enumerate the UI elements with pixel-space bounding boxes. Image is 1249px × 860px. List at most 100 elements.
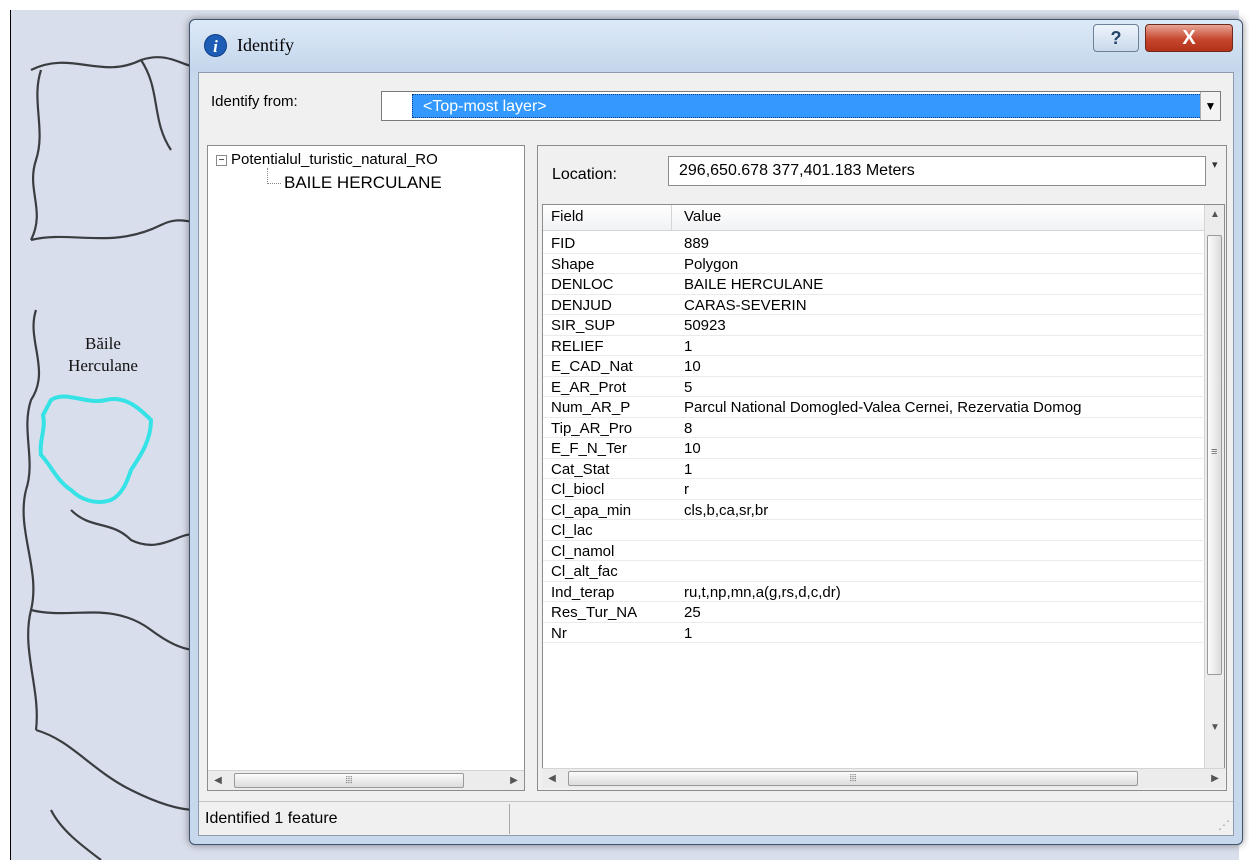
field-value: ru,t,np,mn,a(g,rs,d,c,dr) bbox=[684, 583, 841, 601]
field-value: 10 bbox=[684, 358, 701, 375]
field-name: E_CAD_Nat bbox=[551, 358, 633, 375]
field-name: DENJUD bbox=[551, 296, 612, 314]
identify-dialog: i Identify ? X Identify from: <Top-most … bbox=[189, 19, 1243, 845]
tree-node-layer-label: Potentialul_turistic_natural_RO bbox=[231, 151, 438, 168]
field-name: SIR_SUP bbox=[551, 317, 616, 334]
dialog-title: Identify bbox=[237, 35, 294, 55]
resize-grip-icon[interactable]: ⋰ bbox=[1218, 818, 1230, 832]
scroll-up-icon[interactable]: ▲ bbox=[1207, 207, 1223, 223]
tree-connector bbox=[267, 168, 268, 184]
field-column-header[interactable]: Field bbox=[551, 208, 584, 225]
table-row[interactable]: Cl_apa_min cls,b,ca,sr,br bbox=[543, 500, 1203, 520]
tree-node-layer[interactable]: − Potentialul_turistic_natural_RO bbox=[216, 151, 438, 168]
scroll-thumb[interactable]: ≡ bbox=[1207, 235, 1222, 675]
panel-splitter[interactable] bbox=[529, 145, 535, 791]
attribute-grid: Field Value FID 889 Shape Polygon DENLOC BAIL… bbox=[542, 204, 1225, 769]
scroll-left-icon[interactable]: ◀ bbox=[210, 773, 226, 789]
table-row[interactable]: Cat_Stat 1 bbox=[543, 459, 1203, 479]
field-value: 1 bbox=[684, 624, 693, 642]
place-label-line2: Herculane bbox=[68, 356, 138, 375]
table-row[interactable]: Cl_biocl r bbox=[543, 479, 1203, 500]
value-column-header[interactable]: Value bbox=[684, 208, 721, 225]
location-field[interactable]: 296,650.678 377,401.183 Meters bbox=[668, 156, 1206, 186]
field-value: cls,b,ca,sr,br bbox=[684, 501, 769, 519]
status-divider bbox=[509, 804, 510, 834]
table-row[interactable]: Nr 1 bbox=[543, 623, 1203, 643]
field-value: Parcul National Domogled-Valea Cernei, R… bbox=[684, 399, 1082, 416]
collapse-icon[interactable]: − bbox=[216, 155, 227, 166]
table-row[interactable]: SIR_SUP 50923 bbox=[543, 315, 1203, 336]
grid-rows: FID 889 Shape Polygon DENLOC BAILE HERCULANE D… bbox=[543, 233, 1203, 643]
field-name: Cl_lac bbox=[551, 522, 593, 539]
highlighted-polygon bbox=[38, 394, 154, 504]
tree-connector bbox=[267, 183, 281, 184]
table-row[interactable]: Tip_AR_Pro 8 bbox=[543, 418, 1203, 438]
dropdown-arrow-icon[interactable]: ▼ bbox=[1200, 92, 1220, 120]
grid-header: Field Value bbox=[543, 205, 1224, 231]
close-button[interactable]: X bbox=[1145, 24, 1233, 52]
table-row[interactable]: RELIEF 1 bbox=[543, 336, 1203, 356]
field-name: Cl_apa_min bbox=[551, 501, 632, 519]
field-name: Nr bbox=[551, 624, 567, 642]
help-button[interactable]: ? bbox=[1093, 24, 1139, 52]
table-row[interactable]: Res_Tur_NA 25 bbox=[543, 602, 1203, 623]
tree-node-feature[interactable]: BAILE HERCULANE bbox=[284, 173, 442, 193]
field-name: Cl_namol bbox=[551, 542, 615, 560]
table-row[interactable]: DENLOC BAILE HERCULANE bbox=[543, 274, 1203, 295]
field-value: 1 bbox=[684, 460, 693, 478]
field-value: 10 bbox=[684, 440, 701, 457]
table-row[interactable]: Ind_terap ru,t,np,mn,a(g,rs,d,c,dr) bbox=[543, 582, 1203, 602]
table-row[interactable]: E_F_N_Ter 10 bbox=[543, 438, 1203, 459]
table-row[interactable]: Cl_lac bbox=[543, 520, 1203, 541]
field-name: DENLOC bbox=[551, 276, 614, 293]
field-name: Ind_terap bbox=[551, 583, 615, 601]
table-row[interactable]: E_CAD_Nat 10 bbox=[543, 356, 1203, 377]
dialog-titlebar[interactable]: i Identify ? X bbox=[190, 20, 1242, 72]
field-value: Polygon bbox=[684, 255, 739, 273]
table-row[interactable]: Cl_alt_fac bbox=[543, 561, 1203, 582]
status-text: Identified 1 feature bbox=[205, 810, 338, 827]
grip-icon: ≡ bbox=[1211, 446, 1218, 458]
table-row[interactable]: Cl_namol bbox=[543, 541, 1203, 561]
table-row[interactable]: Num_AR_P Parcul National Domogled-Valea C… bbox=[543, 397, 1203, 418]
field-name: RELIEF bbox=[551, 337, 604, 355]
column-divider[interactable] bbox=[671, 205, 672, 231]
scroll-left-icon[interactable]: ◀ bbox=[544, 771, 560, 787]
table-row[interactable]: FID 889 bbox=[543, 233, 1203, 254]
tree-horizontal-scrollbar[interactable]: ◀ ⦙⦙⦙ ▶ bbox=[208, 770, 524, 790]
field-name: E_F_N_Ter bbox=[551, 440, 627, 457]
field-name: Shape bbox=[551, 255, 595, 273]
info-icon: i bbox=[204, 34, 227, 57]
field-value: r bbox=[684, 481, 689, 498]
table-row[interactable]: E_AR_Prot 5 bbox=[543, 377, 1203, 397]
field-name: Res_Tur_NA bbox=[551, 604, 638, 621]
field-value: BAILE HERCULANE bbox=[684, 276, 824, 293]
scroll-thumb[interactable]: ⦙⦙⦙ bbox=[234, 773, 464, 788]
field-name: E_AR_Prot bbox=[551, 378, 627, 396]
place-label-line1: Băile bbox=[85, 334, 121, 353]
field-value: 1 bbox=[684, 337, 693, 355]
table-row[interactable]: Shape Polygon bbox=[543, 254, 1203, 274]
identify-from-dropdown[interactable]: <Top-most layer> ▼ bbox=[381, 91, 1221, 121]
grid-vertical-scrollbar[interactable]: ▲ ≡ ▼ bbox=[1204, 205, 1224, 768]
scroll-down-icon[interactable]: ▼ bbox=[1207, 720, 1223, 736]
field-name: FID bbox=[551, 235, 576, 252]
feature-details: Location: 296,650.678 377,401.183 Meters… bbox=[537, 145, 1227, 791]
results-tree: − Potentialul_turistic_natural_RO BAILE H… bbox=[207, 145, 525, 791]
grid-horizontal-scrollbar[interactable]: ◀ ⦙⦙⦙ ▶ bbox=[542, 768, 1225, 788]
field-name: Cl_biocl bbox=[551, 481, 605, 498]
field-name: Cat_Stat bbox=[551, 460, 610, 478]
scroll-right-icon[interactable]: ▶ bbox=[1207, 771, 1223, 787]
field-value: CARAS-SEVERIN bbox=[684, 296, 807, 314]
field-value: 5 bbox=[684, 378, 693, 396]
identify-from-label: Identify from: bbox=[211, 93, 298, 110]
field-name: Cl_alt_fac bbox=[551, 563, 618, 580]
location-label: Location: bbox=[552, 166, 617, 183]
table-row[interactable]: DENJUD CARAS-SEVERIN bbox=[543, 295, 1203, 315]
row-divider bbox=[543, 642, 1203, 643]
status-bar: Identified 1 feature ⋰ bbox=[199, 801, 1233, 835]
scroll-right-icon[interactable]: ▶ bbox=[506, 773, 522, 789]
scroll-thumb[interactable]: ⦙⦙⦙ bbox=[568, 771, 1138, 786]
location-menu-icon[interactable]: ▾ bbox=[1212, 158, 1218, 171]
identify-from-selected[interactable]: <Top-most layer> bbox=[412, 94, 1202, 118]
